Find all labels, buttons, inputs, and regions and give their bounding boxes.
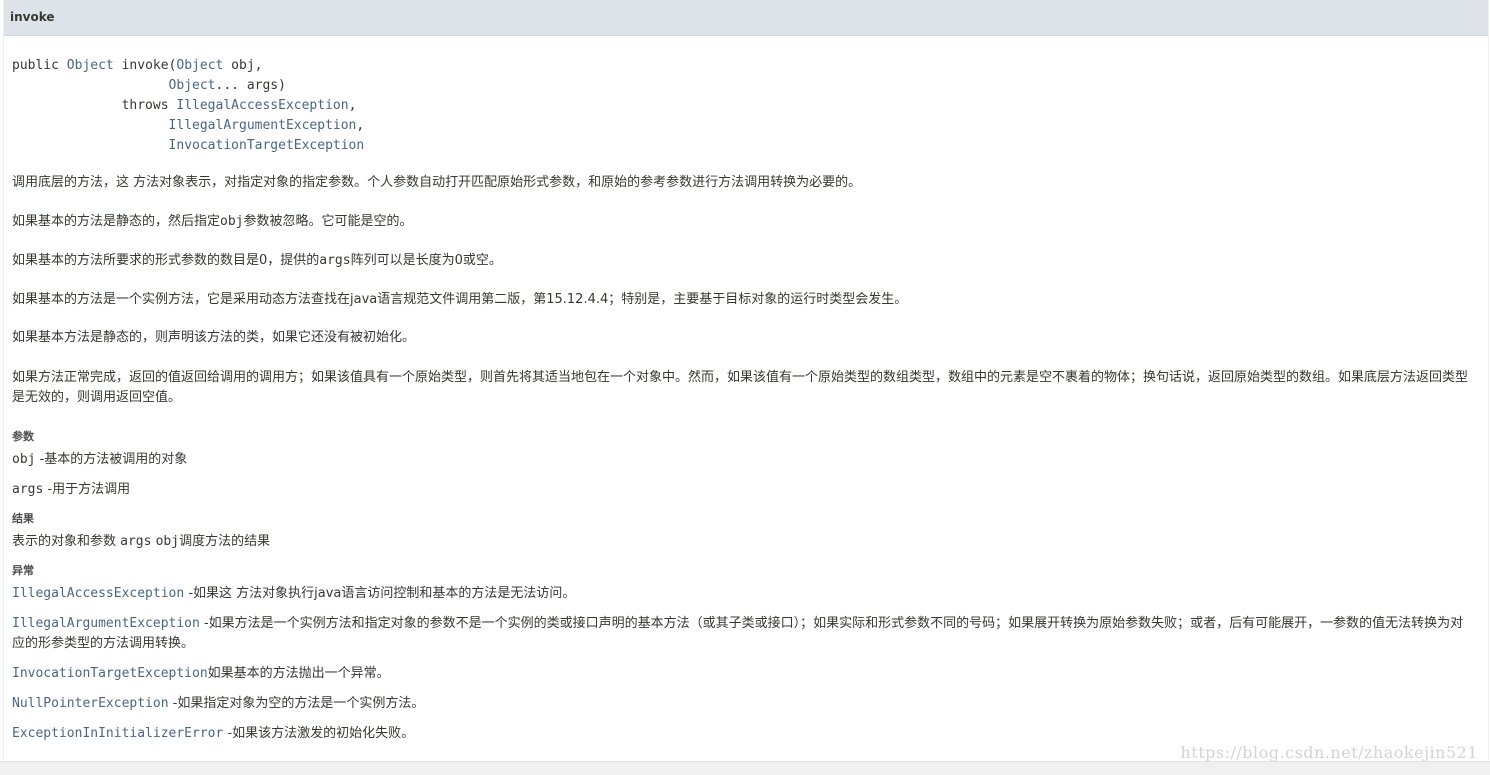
method-name-heading: invoke [10, 10, 55, 24]
signature-param2-name: ... args) [215, 78, 286, 93]
exception-link-illegal-argument[interactable]: IllegalArgumentException [12, 616, 200, 631]
signature-separator: , [356, 118, 365, 133]
description-text: 参数被忽略。它可能是空的。 [243, 214, 413, 229]
exception-description: 如果基本的方法抛出一个异常。 [207, 666, 390, 681]
throws-item: IllegalArgumentException -如果方法是一个实例方法和指定… [12, 614, 1474, 654]
throws-item: NullPointerException -如果指定对象为空的方法是一个实例方法… [12, 694, 1474, 714]
returns-text: 表示的对象和参数 [12, 534, 121, 549]
signature-indent [12, 118, 169, 133]
signature-param1-name: obj, [223, 58, 263, 73]
parameters-label: 参数 [12, 430, 34, 443]
description-paragraph-6: 如果方法正常完成，返回的值返回给调用的调用方；如果该值具有一个原始类型，则首先将… [12, 370, 1469, 405]
signature-exception2-link[interactable]: IllegalArgumentException [169, 118, 357, 133]
exception-link-illegal-access[interactable]: IllegalAccessException [12, 586, 184, 601]
param-item-obj: obj -基本的方法被调用的对象 [12, 450, 1474, 470]
param-description: -基本的方法被调用的对象 [35, 452, 188, 467]
signature-throws-keyword: throws [12, 98, 177, 113]
throws-item: InvocationTargetException如果基本的方法抛出一个异常。 [12, 664, 1474, 684]
description-paragraph-3: 如果基本的方法所要求的形式参数的数目是0，提供的args阵列可以是长度为0或空。 [12, 251, 1474, 271]
bottom-divider [0, 761, 1490, 775]
exception-description: -如果这 方法对象执行java语言访问控制和基本的方法是无法访问。 [184, 586, 576, 601]
inline-code-args: args [319, 253, 351, 268]
throws-item: IllegalAccessException -如果这 方法对象执行java语言… [12, 584, 1474, 604]
description-text: 阵列可以是长度为0或空。 [350, 253, 502, 268]
throws-item: ExceptionInInitializerError -如果该方法激发的初始化… [12, 724, 1474, 744]
signature-public-keyword: public [12, 58, 67, 73]
signature-exception1-link[interactable]: IllegalAccessException [176, 98, 348, 113]
description-paragraph-1: 调用底层的方法，这 方法对象表示，对指定对象的指定参数。个人参数自动打开匹配原始… [12, 175, 862, 190]
description-paragraph-2: 如果基本的方法是静态的，然后指定obj参数被忽略。它可能是空的。 [12, 212, 1474, 232]
description-paragraph-4: 如果基本的方法是一个实例方法，它是采用动态方法查找在java语言规范文件调用第二… [12, 292, 908, 307]
method-detail-panel: invoke public Object invoke(Object obj, … [3, 0, 1489, 760]
signature-indent [12, 78, 169, 93]
method-signature: public Object invoke(Object obj, Object.… [12, 56, 364, 156]
signature-exception3-link[interactable]: InvocationTargetException [169, 138, 365, 153]
inline-code-obj: obj [220, 214, 244, 229]
signature-method-name: invoke( [113, 58, 177, 73]
param-name: args [12, 482, 44, 497]
param-item-args: args -用于方法调用 [12, 480, 1474, 500]
description-text: 如果基本的方法所要求的形式参数的数目是0，提供的 [12, 253, 320, 268]
exception-description: -如果该方法激发的初始化失败。 [223, 726, 415, 741]
param-name: obj [12, 452, 36, 467]
signature-separator: , [348, 98, 357, 113]
exception-link-initializer-error[interactable]: ExceptionInInitializerError [12, 726, 223, 741]
method-header-bar: invoke [4, 0, 1488, 36]
signature-indent [12, 138, 169, 153]
inline-code-obj: obj [155, 534, 180, 549]
returns-description: 表示的对象和参数 args obj调度方法的结果 [12, 532, 1474, 552]
inline-code-args: args [120, 534, 152, 549]
param-description: -用于方法调用 [43, 482, 131, 497]
exception-description: -如果指定对象为空的方法是一个实例方法。 [168, 696, 425, 711]
returns-label: 结果 [12, 512, 34, 525]
watermark: https://blog.csdn.net/zhaokejin521 [1180, 743, 1478, 762]
exception-link-null-pointer[interactable]: NullPointerException [12, 696, 169, 711]
throws-label: 异常 [12, 564, 34, 577]
exception-link-invocation-target[interactable]: InvocationTargetException [12, 666, 208, 681]
description-paragraph-5: 如果基本方法是静态的，则声明该方法的类，如果它还没有被初始化。 [12, 330, 416, 345]
exception-description: -如果方法是一个实例方法和指定对象的参数不是一个实例的类或接口声明的基本方法（或… [12, 616, 1464, 651]
signature-return-type-link[interactable]: Object [67, 58, 114, 73]
signature-param1-type-link[interactable]: Object [176, 58, 223, 73]
description-text: 如果基本的方法是静态的，然后指定 [12, 214, 221, 229]
signature-param2-type-link[interactable]: Object [169, 78, 216, 93]
returns-text: 调度方法的结果 [179, 534, 271, 549]
